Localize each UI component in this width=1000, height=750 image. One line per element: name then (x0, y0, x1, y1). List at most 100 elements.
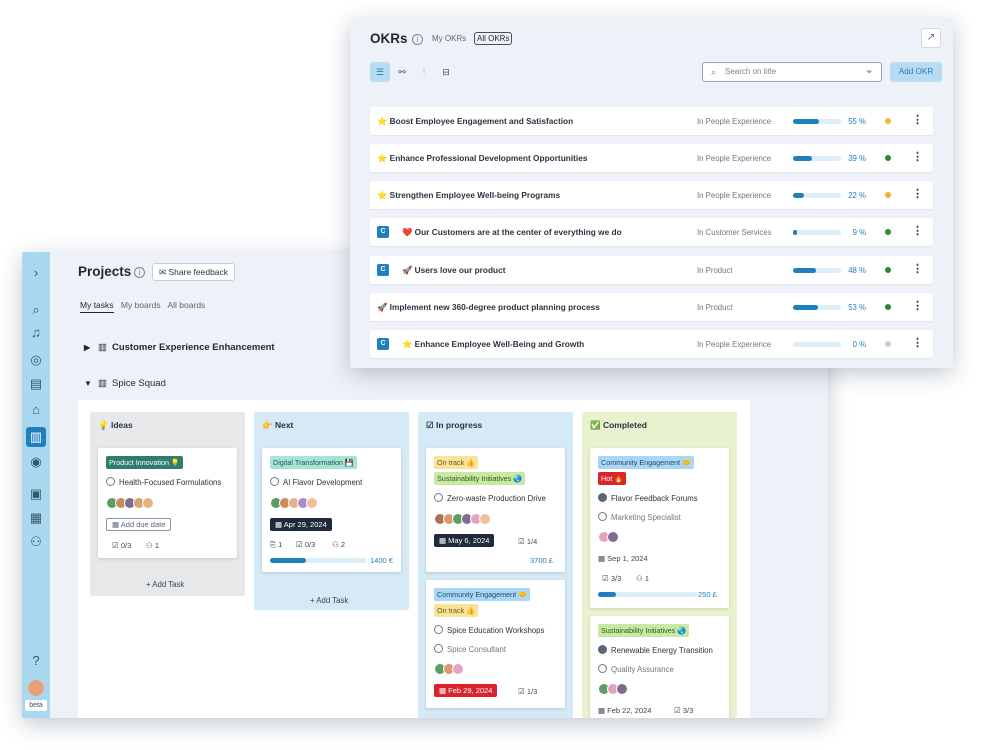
task-card[interactable]: Community Engagement 🤝 On track 👍 Spice … (426, 580, 565, 708)
okr-row[interactable]: C 🚀 Users love our product In Product 48 % ⋮ (370, 256, 933, 284)
tab-my-boards[interactable]: My boards (121, 300, 161, 310)
search-icon[interactable]: ⌕ (26, 300, 46, 320)
expand-chevron-icon[interactable]: › (26, 262, 46, 282)
okr-progress-bar (793, 268, 841, 273)
document-icon[interactable]: ▤ (26, 374, 46, 394)
task-card[interactable]: Community Engagement 🤝 Hot 🔥 Flavor Feed… (590, 448, 729, 608)
user-avatar[interactable] (26, 678, 46, 698)
add-okr-button[interactable]: Add OKR (890, 62, 942, 82)
due-date: ▦ Sep 1, 2024 (598, 554, 648, 563)
tab-all-okrs[interactable]: All OKRs (474, 32, 513, 45)
help-icon[interactable]: ? (26, 650, 46, 670)
target-icon[interactable]: ◉ (26, 452, 46, 472)
company-okr-badge: C (377, 338, 389, 350)
left-rail: › ⌕ ♫ ◎ ▤ ⌂ ▥ ◉ ▣ ▦ ⚇ ? beta (22, 252, 50, 718)
list-view-icon[interactable]: ☰ (370, 62, 390, 82)
users-icon[interactable]: ⚇ (26, 532, 46, 552)
okr-row[interactable]: ⭐ Enhance Professional Development Oppor… (370, 144, 933, 172)
status-dot-icon (885, 229, 891, 235)
status-dot-icon (885, 118, 891, 124)
more-options-icon[interactable]: ⋮ (912, 336, 923, 349)
group-row-customer-experience[interactable]: ▶ ▥ Customer Experience Enhancement (84, 342, 275, 353)
tree-view-icon[interactable]: ⚯ (392, 62, 412, 82)
due-date-badge[interactable]: ▦ Apr 29, 2024 (270, 518, 332, 531)
okr-row[interactable]: ⭐ Boost Employee Engagement and Satisfac… (370, 107, 933, 135)
checked-icon[interactable] (598, 645, 607, 654)
more-options-icon[interactable]: ⋮ (912, 150, 923, 163)
open-external-icon[interactable]: ↗ (921, 28, 941, 48)
bell-icon[interactable]: ♫ (26, 322, 46, 342)
okr-name: 🚀 Users love our product (402, 265, 506, 275)
caret-down-icon[interactable]: ▼ (84, 379, 98, 388)
inbox-icon[interactable]: ▣ (26, 484, 46, 504)
checkbox-icon[interactable] (434, 644, 443, 653)
checkbox-icon[interactable] (598, 512, 607, 521)
info-icon[interactable]: i (412, 34, 423, 45)
column-completed: ✅ Completed Community Engagement 🤝 Hot 🔥… (582, 412, 737, 718)
due-date-badge[interactable]: ▦ Feb 29, 2024 (434, 684, 498, 697)
kanban-board: 💡 Ideas Product Innovation 💡 Health-Focu… (78, 400, 750, 718)
okr-row[interactable]: 🚀 Implement new 360-degree product plann… (370, 293, 933, 321)
checkbox-icon[interactable] (434, 625, 443, 634)
checkbox-icon[interactable] (434, 493, 443, 502)
more-options-icon[interactable]: ⋮ (912, 113, 923, 126)
hierarchy-icon[interactable]: ⌂ (26, 399, 46, 419)
add-due-date-button[interactable]: ▦ Add due date (106, 518, 172, 531)
checklist-count: ☑ 1/3 (518, 687, 538, 696)
filter-icon[interactable]: ⏷ (866, 63, 873, 81)
board-icon[interactable]: ▥ (26, 427, 46, 447)
more-options-icon[interactable]: ⋮ (912, 262, 923, 275)
add-task-button[interactable]: + Add Task (310, 596, 348, 605)
company-okr-badge: C (377, 226, 389, 238)
tab-my-tasks[interactable]: My tasks (80, 300, 114, 313)
column-title: ✅ Completed (590, 420, 647, 430)
due-date: ▦ Feb 22, 2024 (598, 706, 652, 715)
status-dot-icon (885, 341, 891, 347)
tab-all-boards[interactable]: All boards (168, 300, 206, 310)
okr-row[interactable]: C ⭐ Enhance Employee Well-Being and Growt… (370, 330, 933, 358)
column-title: 💡 Ideas (98, 420, 133, 430)
task-card[interactable]: On track 👍 Sustainability Initiatives 🌏 … (426, 448, 565, 572)
caret-right-icon[interactable]: ▶ (84, 343, 98, 352)
add-task-button[interactable]: + Add Task (146, 580, 184, 589)
okr-percent: 39 % (848, 154, 866, 163)
board-icon: ▥ (98, 378, 107, 389)
okr-row[interactable]: ⭐ Strengthen Employee Well-being Program… (370, 181, 933, 209)
budget-amount: 1400 € (370, 556, 393, 565)
checkbox-icon[interactable] (106, 477, 115, 486)
okr-progress-bar (793, 193, 841, 198)
calendar-icon[interactable]: ▦ (26, 508, 46, 528)
column-in-progress: ☑ In progress On track 👍 Sustainability … (418, 412, 573, 718)
okr-team: In People Experience (697, 340, 772, 349)
due-date-badge[interactable]: ▦ May 6, 2024 (434, 534, 495, 547)
more-options-icon[interactable]: ⋮ (912, 224, 923, 237)
search-input[interactable]: ⌕ Search on title ⏷ (702, 62, 882, 82)
subtask: Marketing Specialist (598, 512, 681, 522)
more-options-icon[interactable]: ⋮ (912, 187, 923, 200)
more-options-icon[interactable]: ⋮ (912, 299, 923, 312)
checkbox-icon[interactable] (270, 477, 279, 486)
page-title: Projects (78, 264, 132, 279)
okr-percent: 22 % (848, 191, 866, 200)
tab-my-okrs[interactable]: My OKRs (432, 34, 466, 43)
globe-icon[interactable]: ◎ (26, 350, 46, 370)
okr-row[interactable]: C ❤️ Our Customers are at the center of e… (370, 218, 933, 246)
group-row-spice-squad[interactable]: ▼ ▥ Spice Squad (84, 378, 166, 389)
checkbox-icon[interactable] (598, 664, 607, 673)
task-card[interactable]: Sustainability Initiatives 🌏 Renewable E… (590, 616, 729, 718)
okr-name: ❤️ Our Customers are at the center of ev… (402, 227, 622, 237)
okr-progress-bar (793, 119, 841, 124)
hierarchy-view-icon[interactable]: ⫶ (414, 62, 434, 82)
task-card[interactable]: Digital Transformation 💾 AI Flavor Devel… (262, 448, 401, 572)
share-feedback-button[interactable]: ✉ Share feedback (152, 263, 236, 281)
task-card[interactable]: Product Innovation 💡 Health-Focused Form… (98, 448, 237, 558)
checked-icon[interactable] (598, 493, 607, 502)
okr-progress-bar (793, 305, 841, 310)
okr-percent: 53 % (848, 303, 866, 312)
archive-icon[interactable]: ⊟ (436, 62, 456, 82)
info-icon[interactable]: i (134, 267, 145, 278)
okr-progress-bar (793, 342, 841, 347)
okr-team: In People Experience (697, 191, 772, 200)
task-title: AI Flavor Development (270, 477, 362, 487)
checklist-count: ☑ 0/3 (296, 540, 316, 549)
